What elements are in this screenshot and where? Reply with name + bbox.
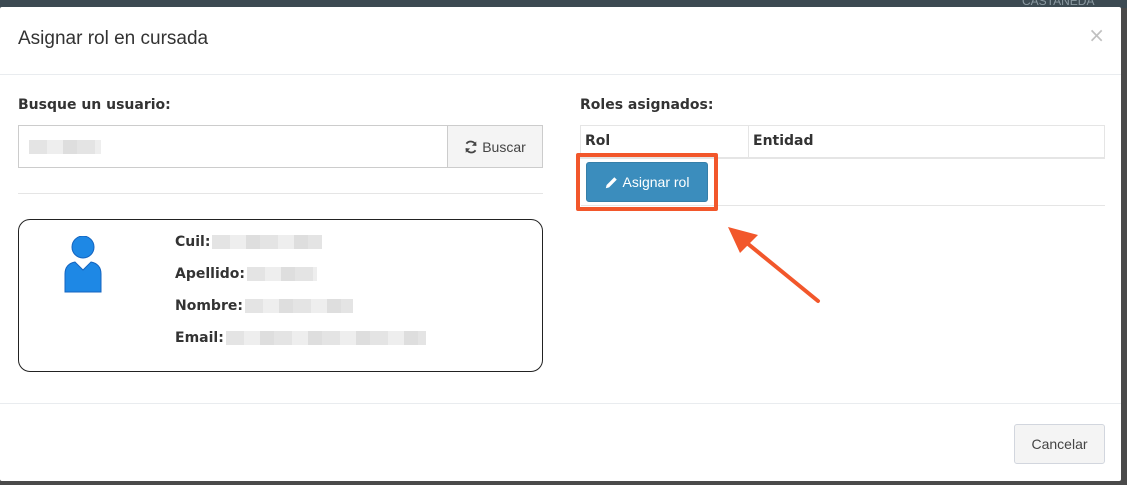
redacted-nombre-value bbox=[244, 299, 353, 313]
apellido-label: Apellido: bbox=[175, 266, 245, 282]
assign-role-button[interactable]: Asignar rol bbox=[586, 162, 708, 202]
apellido-row: Apellido: bbox=[175, 266, 317, 282]
search-input[interactable] bbox=[18, 125, 447, 168]
column-header-entidad: Entidad bbox=[748, 125, 1105, 159]
email-row: Email: bbox=[175, 330, 426, 346]
cancel-button[interactable]: Cancelar bbox=[1014, 424, 1105, 464]
cuil-label: Cuil: bbox=[175, 234, 211, 250]
redacted-cuil-value bbox=[212, 235, 323, 249]
user-card: Cuil: Apellido: Nombre: Email: bbox=[18, 219, 543, 372]
divider bbox=[18, 193, 543, 194]
close-icon[interactable]: × bbox=[1088, 23, 1105, 47]
modal-title: Asignar rol en cursada bbox=[18, 28, 209, 49]
refresh-icon bbox=[465, 140, 477, 153]
user-icon bbox=[64, 236, 102, 293]
pencil-icon bbox=[605, 176, 617, 188]
assign-role-label: Asignar rol bbox=[622, 174, 690, 190]
cuil-row: Cuil: bbox=[175, 234, 323, 250]
search-label: Busque un usuario: bbox=[18, 97, 171, 113]
pointer-arrow-icon bbox=[728, 227, 820, 303]
nombre-row: Nombre: bbox=[175, 298, 353, 314]
search-button[interactable]: Buscar bbox=[447, 125, 543, 168]
nombre-label: Nombre: bbox=[175, 298, 243, 314]
assign-role-modal: Asignar rol en cursada × Busque un usuar… bbox=[0, 7, 1121, 481]
search-group: Buscar bbox=[18, 125, 543, 168]
redacted-apellido-value bbox=[247, 267, 317, 281]
email-label: Email: bbox=[175, 330, 224, 346]
redacted-email-value bbox=[225, 331, 426, 345]
redacted-search-value bbox=[29, 139, 101, 154]
search-button-label: Buscar bbox=[482, 138, 526, 155]
highlight-box: Asignar rol bbox=[576, 153, 718, 211]
roles-label: Roles asignados: bbox=[580, 97, 714, 113]
modal-footer: Cancelar bbox=[0, 403, 1121, 481]
modal-header: Asignar rol en cursada × bbox=[0, 7, 1121, 75]
